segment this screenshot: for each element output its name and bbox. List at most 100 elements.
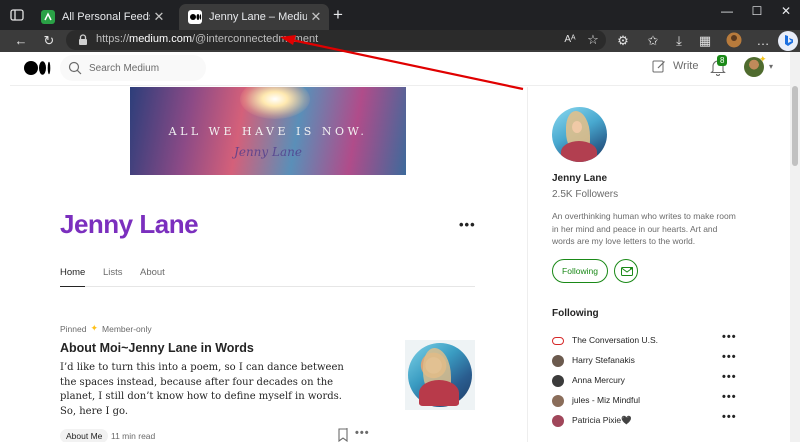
url-path: /@interconnectedmoment xyxy=(192,33,319,45)
page-scrollbar[interactable] xyxy=(790,52,800,442)
search-placeholder: Search Medium xyxy=(89,63,160,74)
tab-all-personal-feeds[interactable]: All Personal Feeds ✕ xyxy=(32,4,172,30)
medium-logo-icon[interactable] xyxy=(24,60,52,76)
member-only-text: Member-only xyxy=(102,323,152,334)
write-label: Write xyxy=(673,60,699,72)
followers-count[interactable]: 2.5K Followers xyxy=(552,189,618,200)
search-icon xyxy=(68,61,82,75)
tab-about[interactable]: About xyxy=(140,267,165,278)
following-name: Patricia Pixie🖤 xyxy=(572,415,632,425)
following-button[interactable]: Following xyxy=(552,259,608,283)
browser-toolbar: ← ↻ https://medium.com/@interconnectedmo… xyxy=(0,30,800,52)
active-tab-underline xyxy=(60,286,85,287)
profile-avatar-icon[interactable] xyxy=(725,32,743,50)
maximize-icon[interactable]: ☐ xyxy=(746,4,768,20)
following-avatar xyxy=(552,395,564,407)
back-icon[interactable]: ← xyxy=(12,32,30,50)
medium-header: Search Medium Write 8 ✦ ▾ xyxy=(10,52,790,86)
read-aloud-icon[interactable]: Aᴬ xyxy=(561,31,579,49)
new-tab-icon[interactable]: + xyxy=(330,6,346,23)
profile-tabs: Home Lists About xyxy=(60,265,475,287)
tab-lists[interactable]: Lists xyxy=(103,267,123,278)
following-avatar xyxy=(552,415,564,427)
banner-signature: Jenny Lane xyxy=(234,145,302,159)
following-item[interactable]: The Conversation U.S. ••• xyxy=(552,331,737,349)
following-name: jules - Miz Mindful xyxy=(572,395,641,405)
banner-text: ALL WE HAVE IS NOW. xyxy=(168,125,368,138)
browser-tab-bar: All Personal Feeds ✕ Jenny Lane – Medium… xyxy=(0,0,800,30)
following-avatar xyxy=(552,375,564,387)
profile-name: Jenny Lane xyxy=(60,209,199,239)
read-time: 11 min read xyxy=(111,431,156,441)
close-tab-icon[interactable]: ✕ xyxy=(307,9,325,25)
following-item[interactable]: Patricia Pixie🖤 ••• xyxy=(552,411,737,429)
tab-label: Jenny Lane – Medium xyxy=(209,11,307,23)
subscribe-email-button[interactable] xyxy=(614,259,638,283)
profile-main: ALL WE HAVE IS NOW. Jenny Lane Jenny Lan… xyxy=(10,87,527,442)
following-more-icon[interactable]: ••• xyxy=(722,351,737,363)
thumbnail-scarf xyxy=(419,380,459,406)
tab-home[interactable]: Home xyxy=(60,267,85,278)
search-input[interactable]: Search Medium xyxy=(60,55,206,81)
favorite-star-icon[interactable]: ☆ xyxy=(584,31,602,49)
bookmark-icon[interactable] xyxy=(337,428,349,442)
sidebar-name: Jenny Lane xyxy=(552,173,608,184)
tab-label: All Personal Feeds xyxy=(62,11,150,23)
following-item[interactable]: Harry Stefanakis ••• xyxy=(552,351,737,369)
conversation-logo-icon xyxy=(552,337,564,345)
avatar-scarf xyxy=(561,141,597,162)
url-host: medium.com xyxy=(129,33,192,45)
notification-badge: 8 xyxy=(717,55,728,66)
write-button[interactable]: Write xyxy=(652,59,698,73)
member-star-icon: ✦ xyxy=(90,323,99,333)
post-title[interactable]: About Moi~Jenny Lane in Words xyxy=(60,341,254,355)
avatar-face xyxy=(572,121,582,133)
address-bar[interactable]: https://medium.com/@interconnectedmoment… xyxy=(66,30,606,50)
profile-banner: ALL WE HAVE IS NOW. Jenny Lane xyxy=(130,87,406,175)
post-thumbnail[interactable] xyxy=(405,340,475,410)
pinned-text: Pinned xyxy=(60,323,87,334)
url-scheme: https:// xyxy=(96,33,130,45)
scrollbar-thumb[interactable] xyxy=(792,86,798,166)
following-name: The Conversation U.S. xyxy=(572,335,658,345)
profile-more-button[interactable]: ••• xyxy=(459,217,476,232)
download-icon[interactable]: ⤓ xyxy=(670,32,688,50)
close-tab-icon[interactable]: ✕ xyxy=(150,9,168,25)
pinned-label: Pinned ✦ Member-only xyxy=(60,323,152,334)
post-more-icon[interactable]: ••• xyxy=(355,427,370,439)
member-star-icon: ✦ xyxy=(759,54,767,64)
post-excerpt[interactable]: I’d like to turn this into a poem, so I … xyxy=(60,361,360,419)
following-item[interactable]: Anna Mercury ••• xyxy=(552,371,737,389)
url-text: https://medium.com/@interconnectedmoment xyxy=(96,33,318,45)
tab-jenny-lane-medium[interactable]: Jenny Lane – Medium ✕ xyxy=(179,4,329,30)
banner-glow xyxy=(240,87,310,119)
medium-favicon-icon xyxy=(188,10,202,24)
close-window-icon[interactable]: ✕ xyxy=(775,4,797,20)
extension-icon[interactable]: ⚙ xyxy=(614,32,632,50)
refresh-icon[interactable]: ↻ xyxy=(40,32,58,50)
following-title: Following xyxy=(552,308,599,319)
author-bio: An overthinking human who writes to make… xyxy=(552,211,736,246)
tab-actions-icon[interactable] xyxy=(8,6,26,24)
post-tag-chip[interactable]: About Me xyxy=(60,429,109,442)
profile-sidebar: Jenny Lane 2.5K Followers An overthinkin… xyxy=(527,87,790,442)
minimize-icon[interactable]: — xyxy=(716,4,738,20)
lock-icon xyxy=(79,34,87,45)
feed-favicon-icon xyxy=(41,10,55,24)
following-item[interactable]: jules - Miz Mindful ••• xyxy=(552,391,737,409)
following-avatar xyxy=(552,355,564,367)
profile-avatar[interactable] xyxy=(552,107,607,162)
menu-dots-icon[interactable]: … xyxy=(754,32,772,50)
following-name: Harry Stefanakis xyxy=(572,355,635,365)
mail-icon xyxy=(621,267,633,276)
bing-copilot-icon[interactable] xyxy=(778,31,798,51)
following-more-icon[interactable]: ••• xyxy=(722,331,737,343)
collections-icon[interactable]: ▦ xyxy=(696,32,714,50)
chevron-down-icon[interactable]: ▾ xyxy=(769,62,773,71)
favorites-icon[interactable]: ✩ xyxy=(644,32,662,50)
following-name: Anna Mercury xyxy=(572,375,625,385)
following-more-icon[interactable]: ••• xyxy=(722,391,737,403)
following-more-icon[interactable]: ••• xyxy=(722,411,737,423)
write-icon xyxy=(652,60,665,73)
following-more-icon[interactable]: ••• xyxy=(722,371,737,383)
